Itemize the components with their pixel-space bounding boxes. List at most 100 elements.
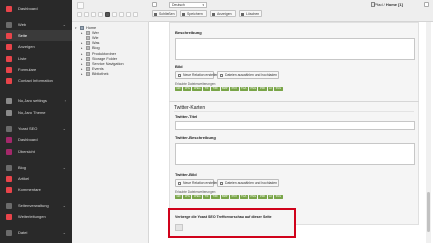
extension-badge: JPG: [183, 87, 192, 91]
breadcrumb-path: Pfad /: [374, 2, 386, 7]
tree-item-label: Service Navigation: [92, 61, 124, 66]
sidebar-item-label: Kommentare: [18, 187, 41, 192]
save-button[interactable]: Speichern: [180, 10, 207, 17]
chevron-down-icon: ▾: [202, 3, 204, 7]
page-icon: [86, 51, 90, 56]
extension-badge: TIF: [203, 195, 211, 199]
breadcrumb-page: Home [1]: [385, 2, 403, 7]
sidebar-item[interactable]: Seite: [0, 30, 72, 41]
meta-panel: Beschreibung Bild Neue Relation erstelle…: [169, 22, 419, 118]
collapse-icon[interactable]: [152, 2, 157, 7]
preview-button[interactable]: Anzeigen: [210, 10, 236, 17]
sidebar-item[interactable]: Weiterleitungen: [0, 211, 72, 222]
description-textarea[interactable]: [175, 38, 415, 60]
sidebar-item[interactable]: Blog ⌄: [0, 162, 72, 173]
page-type-icon[interactable]: [119, 12, 124, 17]
page-type-icon[interactable]: [105, 12, 110, 17]
extension-badge: PDF: [258, 195, 267, 199]
page-icon: [86, 72, 90, 77]
twitter-description-textarea[interactable]: [175, 143, 415, 165]
sidebar-item[interactable]: Dashboard: [0, 134, 72, 145]
tree-item-label: Events: [92, 67, 104, 72]
page-type-icon[interactable]: [133, 12, 138, 17]
chevron-icon[interactable]: ⌄: [63, 230, 66, 235]
extension-badge: TIF: [203, 87, 211, 91]
language-select[interactable]: Deutsch ▾: [169, 2, 207, 8]
sidebar-item[interactable]: Formulare: [0, 64, 72, 75]
sidebar-item-label: Weiterleitungen: [18, 214, 46, 219]
extension-badge: BMP: [220, 195, 230, 199]
sidebar-item[interactable]: No,Jaro settings ›: [0, 95, 72, 106]
chevron-icon[interactable]: ⌄: [63, 203, 66, 208]
delete-button-label: Löschen: [246, 12, 260, 16]
sidebar-item-label: Übersicht: [18, 149, 35, 154]
save-icon: [182, 12, 185, 16]
page-tree-toolbar: [72, 0, 149, 22]
sidebar-item[interactable]: Artikel: [0, 173, 72, 184]
sidebar-item[interactable]: Web ⌄: [0, 19, 72, 30]
close-button[interactable]: Schließen: [152, 10, 177, 17]
delete-button[interactable]: Löschen: [239, 10, 262, 17]
description-label: Beschreibung: [175, 30, 202, 35]
page-type-icon[interactable]: [84, 12, 89, 17]
allowed-extensions: GIF JPG JPEG TIF TIFF BMP PCX TGA PNG PDF AI SVG: [175, 87, 283, 91]
chevron-icon[interactable]: ⌄: [63, 165, 66, 170]
sidebar-item[interactable]: Anzeigen: [0, 41, 72, 52]
sidebar-item-label: Web: [18, 22, 27, 27]
extension-badge: PDF: [258, 87, 267, 91]
extension-badge: JPEG: [192, 195, 203, 199]
twitter-upload-files-button[interactable]: Dateien auswählen und hochladen: [217, 179, 279, 187]
extension-badge: PNG: [248, 195, 258, 199]
delete-icon: [241, 12, 244, 16]
page-type-icon[interactable]: [77, 12, 82, 17]
sidebar-item[interactable]: Kommentare: [0, 184, 72, 195]
tree-item-label: Wer: [92, 30, 99, 35]
list-icon: [6, 55, 12, 62]
sidebar-item-label: Dashboard: [18, 6, 38, 11]
sidebar-item-label: Dashboard: [18, 137, 38, 142]
sidebar-item[interactable]: Liste: [0, 53, 72, 64]
upload-icon: [220, 74, 223, 77]
relation-icon: [178, 182, 181, 185]
twitter-allowed-extensions: GIF JPG JPEG TIF TIFF BMP PCX TGA PNG PDF AI SVG: [175, 195, 283, 199]
hide-snippet-preview-checkbox[interactable]: [175, 224, 183, 231]
extension-badge: JPG: [183, 195, 192, 199]
extension-badge: TIFF: [211, 195, 220, 199]
chevron-icon[interactable]: ›: [65, 98, 66, 103]
new-page-icon[interactable]: [77, 2, 84, 9]
sidebar-item[interactable]: Übersicht: [0, 146, 72, 157]
chevron-icon[interactable]: ⌄: [63, 126, 66, 131]
extension-badge: GIF: [175, 195, 183, 199]
bookmark-icon[interactable]: [424, 2, 429, 7]
file-icon: [6, 229, 12, 236]
sidebar-item-label: Seitenverwaltung: [18, 203, 49, 208]
tree-item-label: Blog: [92, 46, 100, 51]
extension-badge: AI: [267, 195, 274, 199]
sidebar-item[interactable]: Seitenverwaltung ⌄: [0, 200, 72, 211]
extension-badge: BMP: [220, 87, 230, 91]
sidebar-item[interactable]: Yoast SEO ⌄: [0, 123, 72, 134]
scrollbar[interactable]: [426, 22, 431, 243]
upload-files-button[interactable]: Dateien auswählen und hochladen: [217, 71, 279, 79]
theme-icon: [6, 109, 12, 116]
save-button-label: Speichern: [187, 12, 203, 16]
sidebar-item[interactable]: Datei ⌄: [0, 227, 72, 238]
scrollbar-thumb[interactable]: [427, 192, 430, 232]
twitter-new-relation-button[interactable]: Neue Relation erstellen: [175, 179, 218, 187]
sidebar-item[interactable]: Contact Information: [0, 75, 72, 86]
tree-item[interactable]: ▸ Bibliothek: [81, 72, 108, 77]
page-type-icon[interactable]: [91, 12, 96, 17]
sidebar-item[interactable]: Dashboard: [0, 3, 72, 14]
upload-files-label: Dateien auswählen und hochladen: [225, 73, 278, 77]
sidebar-item[interactable]: No,Jaro Theme: [0, 107, 72, 118]
page-type-icon[interactable]: [126, 12, 131, 17]
new-relation-button[interactable]: Neue Relation erstellen: [175, 71, 218, 79]
page-type-icon[interactable]: [98, 12, 103, 17]
allowed-extensions-label: Erlaubte Dateierweiterungen: [175, 82, 216, 86]
section-divider: [174, 111, 414, 112]
extension-badge: SVG: [274, 87, 283, 91]
chevron-icon[interactable]: ⌄: [63, 22, 66, 27]
page-type-icon[interactable]: [112, 12, 117, 17]
twitter-title-input[interactable]: [175, 121, 415, 130]
overview-icon: [6, 148, 12, 155]
